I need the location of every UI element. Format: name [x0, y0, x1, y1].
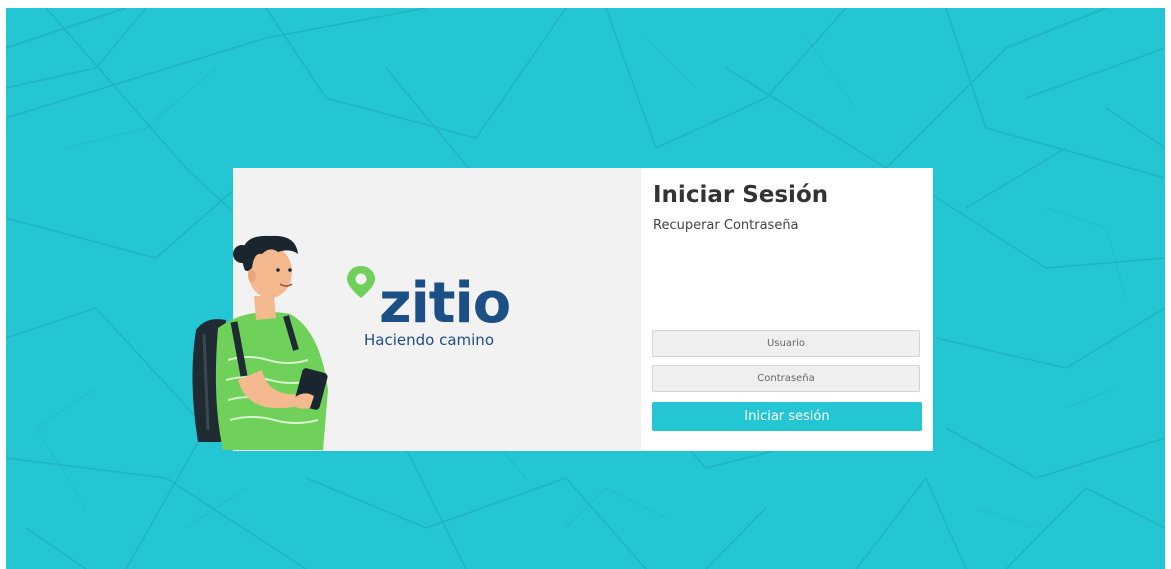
recover-password-link[interactable]: Recuperar Contraseña	[653, 218, 799, 233]
login-form-panel: Iniciar Sesión Recuperar Contraseña Inic…	[641, 168, 933, 451]
brand-tagline: Haciendo camino	[364, 331, 494, 349]
login-title: Iniciar Sesión	[653, 182, 829, 208]
brand-logo: zitio	[379, 271, 511, 336]
login-button[interactable]: Iniciar sesión	[652, 402, 922, 431]
password-input[interactable]	[652, 365, 920, 392]
username-input[interactable]	[652, 330, 920, 357]
login-card: zitio Haciendo camino Iniciar Sesión Rec…	[192, 168, 933, 451]
brand-panel: zitio Haciendo camino	[192, 168, 641, 451]
person-with-phone-illustration	[192, 235, 328, 450]
map-pin-icon	[347, 266, 375, 298]
